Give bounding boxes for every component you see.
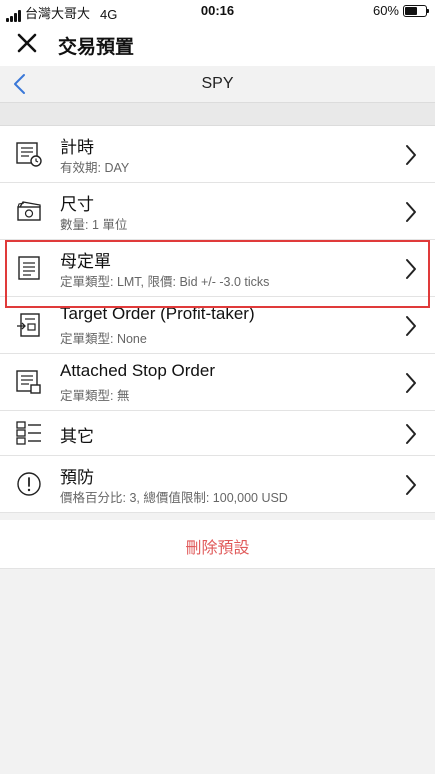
battery-percent: 60% xyxy=(372,3,399,18)
row-subtitle: 定單類型: 無 xyxy=(60,389,130,403)
row-parent-order[interactable]: 母定單 定單類型: LMT, 限價: Bid +/- -3.0 ticks xyxy=(0,240,435,297)
row-title: 預防 xyxy=(60,468,94,487)
close-icon[interactable] xyxy=(16,32,38,54)
row-title: Attached Stop Order xyxy=(60,361,215,380)
delete-preset-button[interactable]: 刪除預設 xyxy=(0,520,435,569)
row-attached-stop-order[interactable]: Attached Stop Order 定單類型: 無 xyxy=(0,354,435,411)
chevron-right-icon xyxy=(406,202,416,222)
chevron-right-icon xyxy=(406,475,416,495)
chevron-right-icon xyxy=(406,259,416,279)
chevron-right-icon xyxy=(406,424,416,444)
chevron-right-icon xyxy=(406,145,416,165)
row-title: 母定單 xyxy=(60,252,111,271)
row-title: 計時 xyxy=(60,138,94,157)
battery-icon xyxy=(403,4,429,17)
title-bar: 交易預置 xyxy=(0,22,435,66)
row-timing[interactable]: 計時 有效期: DAY xyxy=(0,126,435,183)
row-size[interactable]: 尺寸 數量: 1 單位 xyxy=(0,183,435,240)
nav-bar: SPY xyxy=(0,66,435,102)
status-bar: 台灣大哥大 4G 00:16 60% xyxy=(0,0,435,22)
row-subtitle: 定單類型: LMT, 限價: Bid +/- -3.0 ticks xyxy=(60,275,270,289)
row-subtitle: 數量: 1 單位 xyxy=(60,218,128,232)
row-subtitle: 有效期: DAY xyxy=(60,161,130,175)
row-subtitle: 定單類型: None xyxy=(60,332,147,346)
status-right: 60% xyxy=(372,3,429,18)
symbol-title: SPY xyxy=(201,75,234,92)
info-circle-icon xyxy=(17,472,41,496)
attached-order-icon xyxy=(16,370,41,394)
order-list-icon xyxy=(18,256,40,280)
status-time: 00:16 xyxy=(200,3,235,18)
row-target-order[interactable]: Target Order (Profit-taker) 定單類型: None xyxy=(0,297,435,354)
timer-list-icon xyxy=(16,142,42,167)
target-order-icon xyxy=(17,313,40,337)
row-subtitle: 價格百分比: 3, 總價值限制: 100,000 USD xyxy=(60,491,288,505)
row-title: Target Order (Profit-taker) xyxy=(60,304,255,323)
row-misc[interactable]: 其它 xyxy=(0,411,435,456)
section-divider xyxy=(0,102,435,126)
chevron-right-icon xyxy=(406,373,416,393)
row-precaution[interactable]: 預防 價格百分比: 3, 總價值限制: 100,000 USD xyxy=(0,456,435,513)
page-title: 交易預置 xyxy=(58,37,135,58)
chevron-right-icon xyxy=(406,316,416,336)
money-stack-icon xyxy=(17,201,41,221)
row-title: 尺寸 xyxy=(60,195,94,214)
delete-preset-label: 刪除預設 xyxy=(185,540,250,557)
row-title: 其它 xyxy=(60,427,94,446)
preset-list: 計時 有效期: DAY 尺寸 數量: 1 單位 母定單 定單類型: LMT, 限… xyxy=(0,126,435,513)
misc-icon xyxy=(16,421,41,445)
